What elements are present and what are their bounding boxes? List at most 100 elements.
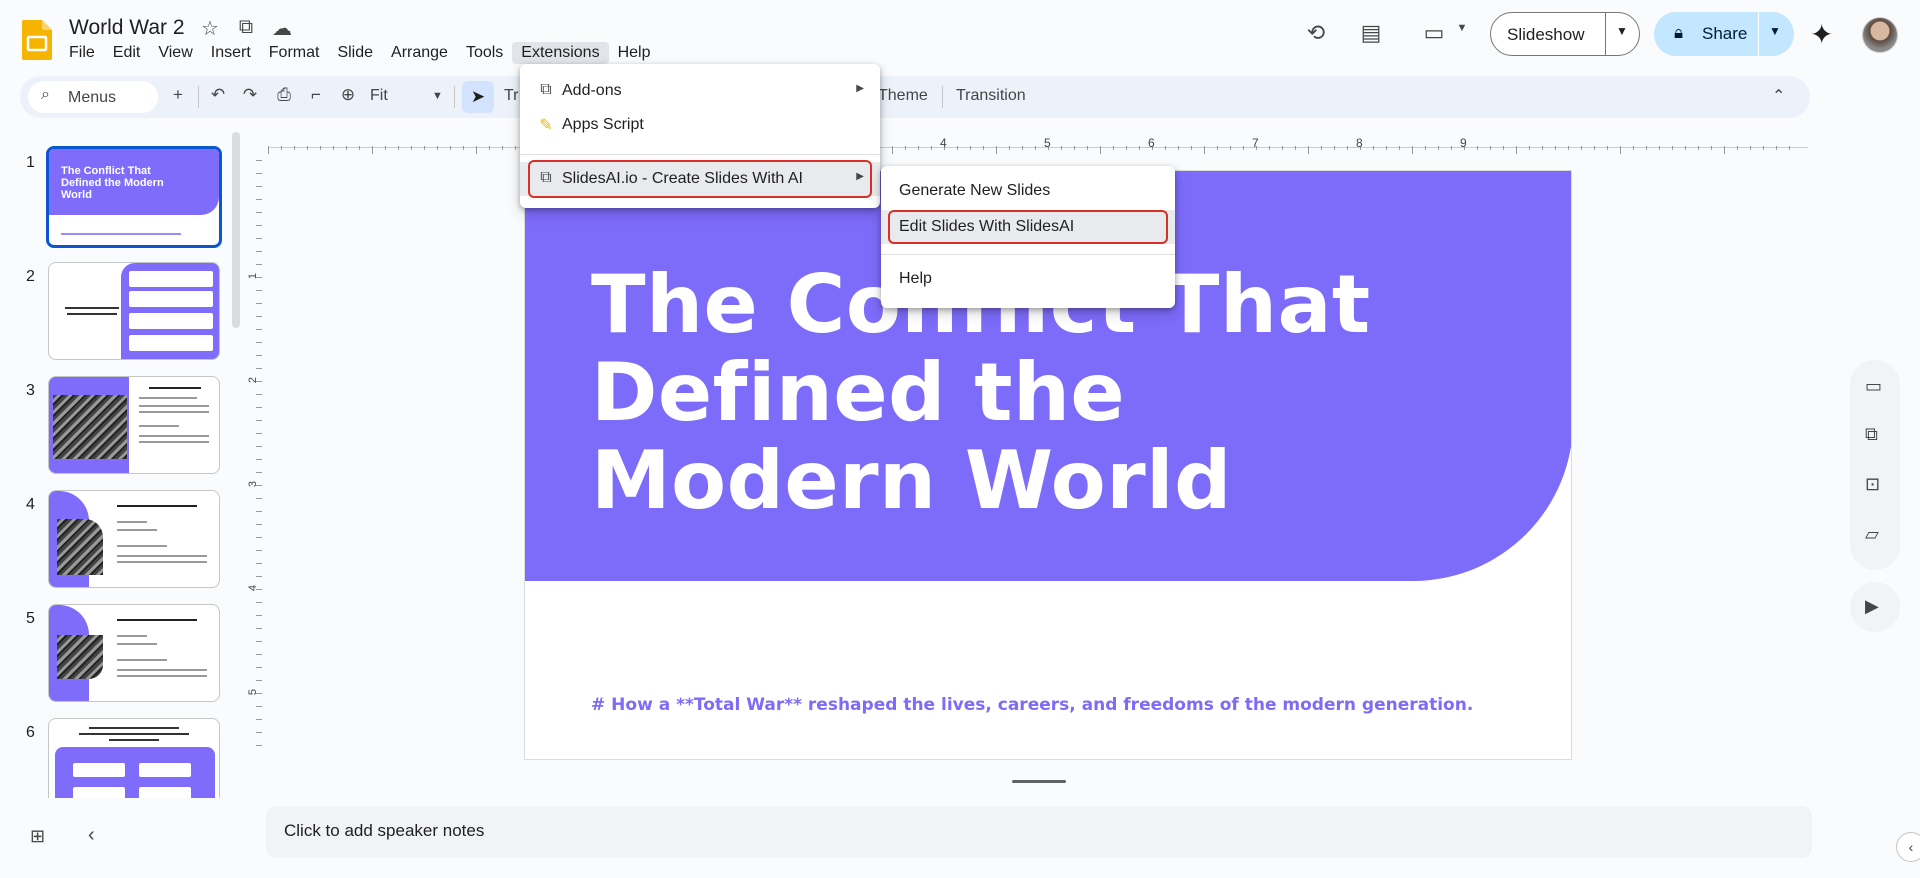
redo-icon[interactable]: ↷ (238, 85, 262, 109)
menu-extensions[interactable]: Extensions (512, 42, 609, 64)
grid-view-icon[interactable]: ⊞ (30, 826, 45, 847)
move-folder-icon[interactable]: ⧉ (233, 16, 259, 41)
ruler-tick (1750, 146, 1751, 150)
filmstrip-slide-5[interactable]: 5 (0, 586, 240, 702)
keep-icon[interactable]: ▭ (1865, 376, 1882, 397)
meet-dropdown-icon[interactable]: ▼ (1446, 22, 1478, 54)
menu-item-apps-script[interactable]: ✎ Apps Script (520, 108, 880, 142)
ruler-tick (256, 264, 262, 265)
submenu-help[interactable]: Help (881, 262, 1175, 296)
ruler-tick (1724, 146, 1725, 154)
textbox-tool[interactable]: Tr (504, 87, 519, 105)
menu-file[interactable]: File (60, 42, 104, 64)
contacts-icon[interactable]: ⊡ (1865, 474, 1880, 495)
version-history-icon[interactable]: ⟲ (1300, 20, 1332, 52)
ruler-tick (1087, 146, 1088, 150)
slides-logo-icon[interactable] (22, 20, 52, 60)
new-slide-icon[interactable]: + (166, 85, 190, 109)
tasks-icon[interactable]: ⧉ (1865, 424, 1878, 445)
ruler-tick (256, 342, 262, 343)
slide-thumbnail[interactable] (48, 718, 220, 798)
undo-icon[interactable]: ↶ (206, 85, 230, 109)
star-icon[interactable]: ☆ (197, 16, 223, 41)
ruler-tick (256, 511, 262, 512)
ruler-tick (359, 146, 360, 150)
slidesai-addon-icon[interactable]: ▶ (1865, 596, 1879, 617)
select-tool-icon[interactable]: ➤ (462, 81, 494, 113)
ruler-tick (1555, 146, 1556, 150)
menu-insert[interactable]: Insert (202, 42, 260, 64)
ruler-tick (256, 420, 262, 421)
menu-edit[interactable]: Edit (104, 42, 150, 64)
filmstrip-scrollbar[interactable] (232, 132, 240, 328)
notes-resize-handle[interactable] (1012, 780, 1066, 783)
ruler-label: 5 (247, 688, 260, 696)
ruler-tick (281, 146, 282, 150)
ruler-tick (1035, 146, 1036, 150)
filmstrip-slide-3[interactable]: 3 (0, 358, 240, 474)
ruler-tick (346, 146, 347, 150)
submenu-generate-new-slides[interactable]: Generate New Slides (881, 174, 1175, 208)
slide-thumbnail[interactable] (48, 604, 220, 702)
menu-item-add-ons[interactable]: ⧉ Add-ons ▶ (520, 74, 880, 108)
ruler-tick (256, 355, 262, 356)
slide-thumbnail[interactable] (48, 376, 220, 474)
menu-help[interactable]: Help (609, 42, 660, 64)
collapse-filmstrip-icon[interactable]: ‹ (88, 824, 95, 847)
slideshow-dropdown-icon[interactable]: ▼ (1616, 24, 1628, 38)
document-title[interactable]: World War 2 (69, 16, 185, 40)
comments-icon[interactable]: ▤ (1355, 20, 1387, 52)
transition-button[interactable]: Transition (956, 87, 1026, 105)
collapse-toolbar-icon[interactable]: ⌃ (1772, 86, 1785, 106)
filmstrip-slide-6[interactable]: 6 (0, 700, 240, 798)
ruler-tick (1074, 146, 1075, 150)
ruler-tick (450, 146, 451, 150)
ruler-tick (256, 719, 262, 720)
thumb-title: The Conflict That Defined the Modern Wor… (61, 165, 164, 201)
search-menus-input[interactable]: ⌕ Menus (28, 81, 158, 113)
ruler-tick (1191, 146, 1192, 150)
theme-button[interactable]: Theme (878, 87, 928, 105)
slide-thumbnail[interactable] (48, 490, 220, 588)
ruler-tick (256, 472, 262, 473)
avatar[interactable] (1862, 17, 1898, 53)
ruler-tick (1620, 146, 1621, 154)
menu-format[interactable]: Format (260, 42, 329, 64)
share-button[interactable]: 🔒︎ Share ▼ (1654, 12, 1794, 56)
zoom-dropdown-icon[interactable]: ▼ (432, 90, 443, 102)
slide-thumbnail[interactable]: The Conflict That Defined the Modern Wor… (46, 146, 222, 248)
slide-thumbnail[interactable] (48, 262, 220, 360)
gemini-icon[interactable]: ✦ (1810, 18, 1833, 51)
cloud-status-icon[interactable]: ☁ (269, 16, 295, 41)
print-icon[interactable]: ⎙ (272, 85, 296, 109)
paint-format-icon[interactable]: ⌐ (304, 85, 328, 109)
slideshow-button[interactable]: Slideshow ▼ (1490, 12, 1640, 56)
filmstrip-slide-1[interactable]: 1 The Conflict That Defined the Modern W… (0, 130, 240, 248)
ruler-tick (256, 290, 262, 291)
ruler-tick (1646, 146, 1647, 150)
share-dropdown-icon[interactable]: ▼ (1769, 24, 1781, 38)
ruler-tick (256, 576, 262, 577)
menu-tools[interactable]: Tools (457, 42, 512, 64)
ruler-tick (256, 550, 262, 551)
zoom-icon[interactable]: ⊕ (336, 85, 360, 109)
filmstrip-slide-4[interactable]: 4 (0, 472, 240, 588)
collapse-side-panel-icon[interactable]: ‹ (1896, 832, 1920, 862)
extensions-menu: ⧉ Add-ons ▶ ✎ Apps Script ⧉ SlidesAI.io … (520, 64, 880, 208)
menu-slide[interactable]: Slide (328, 42, 382, 64)
speaker-notes[interactable]: Click to add speaker notes (266, 806, 1812, 858)
ruler-tick (256, 303, 262, 304)
add-ons-icon: ⧉ (540, 81, 552, 98)
folder-icon[interactable]: ▱ (1865, 524, 1879, 545)
ruler-tick (1347, 146, 1348, 150)
menu-arrange[interactable]: Arrange (382, 42, 457, 64)
filmstrip-slide-2[interactable]: 2 (0, 244, 240, 360)
ruler-tick (489, 146, 490, 150)
zoom-select[interactable]: Fit (370, 87, 388, 105)
highlight-box (528, 160, 872, 198)
ruler-tick (970, 146, 971, 150)
ruler-tick (957, 146, 958, 150)
ruler-tick (256, 641, 262, 642)
slide-subtitle[interactable]: # How a **Total War** reshaped the lives… (591, 695, 1473, 715)
menu-view[interactable]: View (149, 42, 201, 64)
